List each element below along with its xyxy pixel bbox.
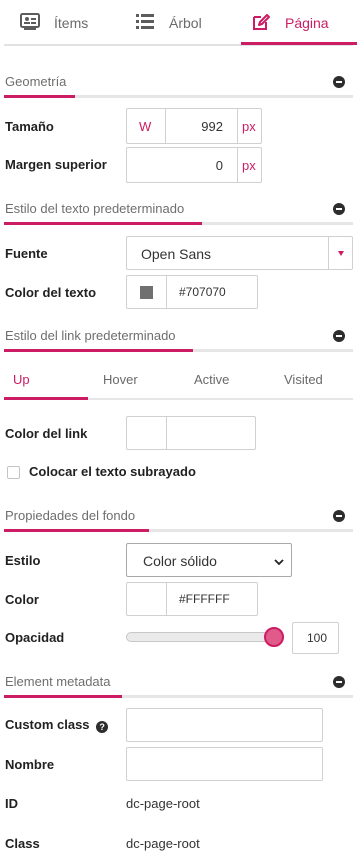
class-label: Class bbox=[5, 836, 40, 851]
tab-page[interactable]: Página bbox=[251, 0, 329, 46]
bg-color-field[interactable]: #FFFFFF bbox=[126, 582, 258, 616]
collapse-icon[interactable] bbox=[333, 510, 345, 522]
text-color-label: Color del texto bbox=[5, 285, 97, 300]
id-value: dc-page-root bbox=[126, 796, 200, 811]
tab-tree-label: Árbol bbox=[169, 15, 202, 31]
color-swatch[interactable] bbox=[140, 286, 153, 299]
state-tab-active[interactable]: Active bbox=[194, 372, 229, 387]
opacity-value[interactable]: 100 bbox=[307, 631, 327, 645]
opacity-label: Opacidad bbox=[5, 630, 65, 645]
opacity-field[interactable]: 100 bbox=[292, 622, 339, 654]
tab-items-label: Ítems bbox=[54, 15, 89, 31]
section-metadata[interactable]: Element metadata bbox=[4, 674, 353, 698]
section-text-style[interactable]: Estilo del texto predeterminado bbox=[4, 201, 353, 225]
section-title: Propiedades del fondo bbox=[5, 508, 136, 523]
bg-style-select[interactable]: Color sólido bbox=[126, 543, 292, 577]
link-color-field[interactable] bbox=[126, 416, 256, 450]
margin-label: Margen superior bbox=[5, 157, 107, 172]
width-prefix: W bbox=[139, 119, 152, 134]
tab-tree[interactable]: Árbol bbox=[135, 0, 202, 46]
state-tab-indicator bbox=[4, 397, 88, 400]
edit-icon bbox=[251, 12, 271, 35]
state-tab-hover[interactable]: Hover bbox=[103, 372, 138, 387]
font-label: Fuente bbox=[5, 246, 48, 261]
collapse-icon[interactable] bbox=[333, 76, 345, 88]
section-title: Estilo del link predeterminado bbox=[5, 328, 176, 343]
tab-bar: Ítems Árbol Página bbox=[4, 0, 357, 46]
name-label: Nombre bbox=[5, 757, 55, 772]
custom-class-input[interactable] bbox=[126, 708, 323, 742]
tab-items[interactable]: Ítems bbox=[20, 0, 88, 46]
size-unit: px bbox=[242, 119, 256, 134]
tab-page-label: Página bbox=[285, 15, 329, 31]
font-select[interactable]: Open Sans bbox=[126, 236, 353, 270]
margin-field[interactable]: 0 px bbox=[126, 147, 262, 183]
active-tab-indicator bbox=[241, 42, 357, 45]
section-title: Geometría bbox=[5, 74, 67, 89]
font-value: Open Sans bbox=[141, 246, 212, 262]
opacity-slider[interactable] bbox=[126, 632, 284, 642]
section-link-style[interactable]: Estilo del link predeterminado bbox=[4, 328, 353, 352]
collapse-icon[interactable] bbox=[333, 330, 345, 342]
bg-style-label: Estilo bbox=[5, 553, 41, 568]
underline-checkbox[interactable] bbox=[7, 466, 20, 479]
list-icon bbox=[135, 13, 155, 34]
text-color-field[interactable]: #707070 bbox=[126, 275, 258, 309]
section-background[interactable]: Propiedades del fondo bbox=[4, 508, 353, 532]
chevron-down-icon bbox=[274, 554, 284, 572]
size-value[interactable]: 992 bbox=[201, 119, 223, 134]
bg-style-value: Color sólido bbox=[143, 553, 217, 569]
collapse-icon[interactable] bbox=[333, 203, 345, 215]
margin-value[interactable]: 0 bbox=[216, 158, 223, 173]
bg-color-value[interactable]: #FFFFFF bbox=[179, 592, 230, 606]
chevron-down-icon bbox=[338, 251, 344, 256]
id-card-icon bbox=[20, 12, 40, 34]
id-label: ID bbox=[5, 796, 18, 811]
link-color-label: Color del link bbox=[5, 426, 88, 441]
help-icon[interactable]: ? bbox=[96, 721, 109, 733]
class-value: dc-page-root bbox=[126, 836, 200, 851]
name-input[interactable] bbox=[126, 747, 323, 781]
opacity-slider-thumb[interactable] bbox=[264, 627, 284, 647]
collapse-icon[interactable] bbox=[333, 676, 345, 688]
color-swatch[interactable] bbox=[128, 584, 165, 614]
margin-unit: px bbox=[242, 158, 256, 173]
text-color-value[interactable]: #707070 bbox=[179, 285, 226, 299]
state-tab-up[interactable]: Up bbox=[13, 372, 30, 387]
bg-color-label: Color bbox=[5, 592, 39, 607]
section-geometry[interactable]: Geometría bbox=[4, 74, 353, 98]
section-title: Element metadata bbox=[5, 674, 111, 689]
custom-class-label: Custom class ? bbox=[5, 717, 109, 733]
underline-label: Colocar el texto subrayado bbox=[29, 464, 196, 479]
section-title: Estilo del texto predeterminado bbox=[5, 201, 185, 216]
state-tab-visited[interactable]: Visited bbox=[284, 372, 323, 387]
size-label: Tamaño bbox=[5, 119, 54, 134]
size-field[interactable]: W 992 px bbox=[126, 108, 262, 144]
